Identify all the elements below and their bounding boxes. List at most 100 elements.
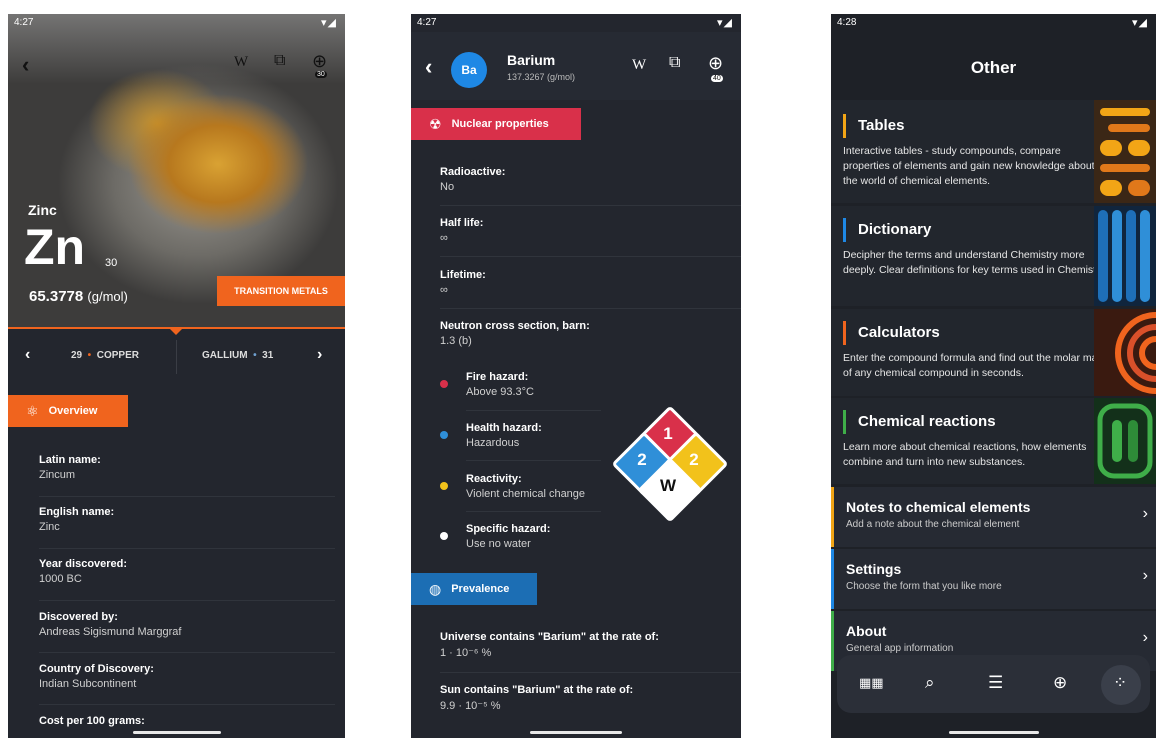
zinc-detail-screen: 4:27 ▾◢ ‹ W ⧉ ⊕ 30 Zinc Zn 30 65.3778 (g… (8, 14, 345, 738)
card-description: Enter the compound formula and find out … (843, 352, 1108, 379)
list-title: About (846, 623, 887, 639)
home-indicator[interactable] (949, 731, 1039, 734)
hazard-fire: Fire hazard: Above 93.3°C (466, 371, 534, 398)
bottom-navigation: ▦▦ ⌕ ☰ ⊕ ⁘ (837, 655, 1150, 713)
calculators-art-icon (1094, 309, 1156, 396)
search-icon[interactable]: ⌕ (925, 673, 935, 693)
status-bar: 4:27 ▾◢ (411, 14, 741, 32)
add-atom-icon[interactable]: ⊕ (1053, 673, 1067, 693)
prevalence-universe: Universe contains "Barium" at the rate o… (440, 631, 659, 659)
property-discovered-by: Discovered by: Andreas Sigismund Marggra… (39, 611, 182, 638)
element-avatar: Ba (451, 52, 487, 88)
signal-icon: ▾◢ (1132, 17, 1148, 29)
chevron-left-icon[interactable]: ‹ (25, 346, 30, 364)
element-name: Zinc (28, 202, 57, 218)
reactions-art-icon (1094, 398, 1156, 484)
card-description: Decipher the terms and understand Chemis… (843, 249, 1107, 276)
property-lifetime: Lifetime: ∞ (440, 269, 486, 296)
tables-art-icon (1094, 100, 1156, 203)
list-icon[interactable]: ☰ (988, 673, 1003, 693)
list-title: Notes to chemical elements (846, 499, 1031, 515)
globe-icon: ◍ (429, 580, 442, 597)
card-tables[interactable]: Tables Interactive tables - study compou… (831, 100, 1156, 203)
specific-hazard-dot (440, 532, 448, 540)
prevalence-sun: Sun contains "Barium" at the rate of: 9.… (440, 684, 634, 712)
chevron-right-icon[interactable]: › (317, 346, 322, 364)
element-symbol: Zn (24, 219, 86, 275)
add-atom-icon[interactable]: ⊕ (312, 51, 327, 72)
tab-nuclear-properties[interactable]: ☢ Nuclear properties (411, 108, 581, 140)
wikipedia-icon[interactable]: W (234, 54, 248, 71)
other-screen: 4:28 ▾◢ Other Tables Interactive tables … (831, 14, 1156, 738)
reactivity-dot (440, 482, 448, 490)
tab-prevalence[interactable]: ◍ Prevalence (411, 573, 537, 605)
hazard-health: Health hazard: Hazardous (466, 422, 542, 449)
property-latin-name: Latin name: Zincum (39, 454, 101, 481)
atomic-mass: 65.3778 (g/mol) (29, 288, 128, 305)
card-dictionary[interactable]: Dictionary Decipher the terms and unders… (831, 206, 1156, 306)
list-item-notes[interactable]: Notes to chemical elements Add a note ab… (831, 487, 1156, 547)
health-hazard-dot (440, 431, 448, 439)
copy-icon[interactable]: ⧉ (274, 52, 285, 70)
card-chemical-reactions[interactable]: Chemical reactions Learn more about chem… (831, 398, 1156, 484)
tab-overview[interactable]: ⚛ Overview (8, 395, 128, 427)
property-cost: Cost per 100 grams: (39, 715, 145, 727)
next-element-button[interactable]: GALLIUM • 31 (202, 350, 273, 361)
card-title: Calculators (858, 324, 940, 341)
home-indicator[interactable] (530, 731, 622, 734)
property-year-discovered: Year discovered: 1000 BC (39, 558, 128, 585)
card-title: Chemical reactions (858, 413, 996, 430)
card-description: Learn more about chemical reactions, how… (843, 441, 1087, 468)
prev-element-button[interactable]: 29 • COPPER (71, 350, 139, 361)
back-button[interactable]: ‹ (425, 54, 432, 80)
back-button[interactable]: ‹ (22, 52, 29, 78)
barium-detail-screen: 4:27 ▾◢ ‹ Ba Barium 137.3267 (g/mol) W ⧉… (411, 14, 741, 738)
element-navigation: ‹ 29 • COPPER GALLIUM • 31 › (8, 334, 345, 378)
chevron-right-icon: › (1142, 505, 1148, 522)
diamond-reactivity-value: 2 (689, 450, 699, 469)
app-header: ‹ Ba Barium 137.3267 (g/mol) W ⧉ ⊕ 40 (411, 32, 741, 100)
atomic-mass-unit: (g/mol) (87, 289, 128, 304)
chevron-right-icon: › (1142, 567, 1148, 584)
chevron-right-icon: › (1142, 629, 1148, 646)
periodic-table-icon[interactable]: ▦▦ (859, 675, 884, 691)
home-indicator[interactable] (133, 731, 221, 734)
property-english-name: English name: Zinc (39, 506, 115, 533)
property-neutron-cross-section: Neutron cross section, barn: 1.3 (b) (440, 320, 590, 347)
hazard-specific: Specific hazard: Use no water (466, 523, 551, 550)
atomic-number: 30 (105, 257, 118, 269)
dictionary-art-icon (1094, 206, 1156, 306)
atom-count-badge: 40 (711, 75, 723, 82)
atom-icon: ⚛ (26, 402, 39, 419)
card-title: Dictionary (858, 221, 932, 238)
radiation-icon: ☢ (429, 115, 442, 132)
status-time: 4:27 (417, 17, 437, 28)
atom-count-badge: 30 (315, 71, 327, 78)
atomic-mass-value: 65.3778 (29, 288, 84, 305)
copy-icon[interactable]: ⧉ (669, 54, 680, 72)
status-time: 4:28 (837, 17, 857, 28)
status-time: 4:27 (14, 17, 34, 28)
element-mass: 137.3267 (g/mol) (507, 72, 576, 82)
property-radioactive: Radioactive: No (440, 166, 506, 193)
list-subtitle: Add a note about the chemical element (846, 519, 1020, 530)
fire-hazard-dot (440, 380, 448, 388)
nfpa-diamond: 1 2 2 W (611, 405, 729, 523)
page-title: Other (970, 58, 1017, 77)
status-bar: 4:28 ▾◢ (831, 14, 1156, 32)
list-item-settings[interactable]: Settings Choose the form that you like m… (831, 549, 1156, 609)
category-button[interactable]: TRANSITION METALS (217, 276, 345, 306)
card-calculators[interactable]: Calculators Enter the compound formula a… (831, 309, 1156, 396)
signal-icon: ▾◢ (321, 17, 337, 29)
diamond-special-value: W (659, 476, 677, 495)
card-description: Interactive tables - study compounds, co… (843, 145, 1095, 187)
list-title: Settings (846, 561, 902, 577)
hazard-reactivity: Reactivity: Violent chemical change (466, 473, 586, 500)
add-atom-icon[interactable]: ⊕ (708, 53, 723, 74)
more-icon[interactable]: ⁘ (1113, 673, 1127, 693)
card-title: Tables (858, 117, 905, 134)
element-title: Barium (507, 52, 556, 68)
property-country: Country of Discovery: Indian Subcontinen… (39, 663, 154, 690)
wikipedia-icon[interactable]: W (632, 57, 646, 74)
list-subtitle: General app information (846, 643, 954, 654)
